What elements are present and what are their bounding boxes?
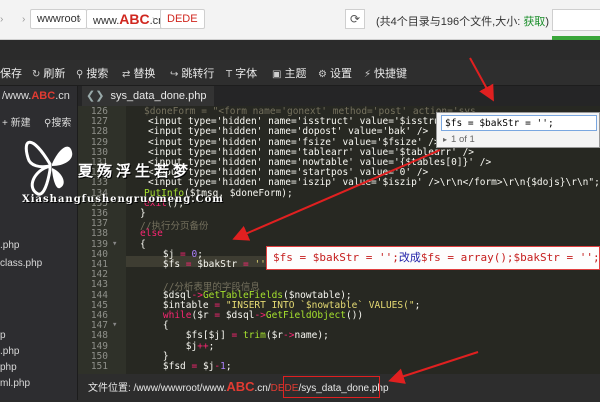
save-button[interactable]: 保存 [0,65,22,81]
brand-text: ABC [119,11,150,27]
file-item[interactable]: php [0,362,17,373]
watermark-logo: 夏殇浮生若梦 Xiashangfushengruomeng.Com [22,130,252,230]
reload-button[interactable]: ⟳ [345,9,365,29]
shortcuts-label: 快捷键 [374,68,408,80]
annotation-old-code: $fs = $bakStr = ''; [273,251,399,264]
tab-sys-data-done[interactable]: ❮❯ sys_data_done.php [82,86,215,106]
file-item[interactable]: class.php [0,258,42,269]
chevron-right-icon: › [22,14,26,25]
brand-text: ABC [226,379,255,394]
chevron-right-icon[interactable]: ▸ [443,135,447,144]
breadcrumb-label: wwwroot [37,13,80,25]
lightning-icon: ⚡ [364,69,372,80]
file-item[interactable]: .php [0,240,19,251]
brand-text: ABC [31,90,56,102]
tab-bar: ❮❯ sys_data_done.php [78,86,600,106]
code-line: $fsd = $j-1; [140,361,232,372]
directory-info-end: ) [545,16,549,28]
font-icon: T [226,69,233,80]
chevron-right-icon: › [78,14,82,25]
logo-text-cn: 夏殇浮生若梦 [78,162,193,180]
filename-highlight-box [283,376,380,398]
theme-icon: ▣ [272,69,282,80]
goto-line-button[interactable]: ↪ 跳转行 [170,65,214,81]
directory-info-text: (共4个目录与196个文件,大小: [376,16,524,28]
find-count-text: 1 of 1 [451,134,475,145]
search-input[interactable] [552,9,600,31]
chevron-right-icon: › [0,14,4,25]
sidebar-search-button[interactable]: ⚲搜索 [44,114,71,129]
file-item[interactable]: ml.php [0,378,30,389]
annotation-change-word: 改成 [398,251,421,264]
sidebar-path-text: .cn [55,90,70,102]
file-path-text: /www/wwwroot/www. [130,383,227,394]
refresh-icon: ⟳ [349,12,361,26]
sidebar-path: /www.ABC.cn [0,90,78,110]
goto-line-label: 跳转行 [181,68,215,80]
address-bar: › › wwwroot › www.ABC.cn › DEDE ⟳ (共4个目录… [0,0,600,40]
file-path-text: .cn/ [254,383,271,394]
replace-button[interactable]: ⇄ 替换 [122,65,155,81]
chevron-right-icon: › [152,14,156,25]
butterfly-icon [24,140,73,196]
refresh-icon: ↻ [32,69,41,80]
sidebar-tools: + 新建 ⚲搜索 [0,110,78,132]
tab-label: sys_data_done.php [110,90,207,102]
refresh-button[interactable]: ↻ 刷新 [32,65,65,81]
directory-info: (共4个目录与196个文件,大小: 获取) [376,13,549,29]
new-file-button[interactable]: + 新建 [2,114,31,129]
line-number: 151 [90,361,108,372]
theme-label: 主题 [284,68,307,80]
theme-button[interactable]: ▣ 主题 [272,65,306,81]
sidebar-path-text: /www. [2,90,32,102]
search-icon: ⚲ [76,69,84,80]
logo-text-en: Xiashangfushengruomeng.Com [22,194,224,205]
code-line: while($r = $dsql->GetFieldObject()) [140,310,364,321]
editor-toolbar: 保存 ↻ 刷新 ⚲ 搜索 ⇄ 替换 ↪ 跳转行 T 字体 ▣ 主题 ⚙ 设置 ⚡ 快捷键 [0,60,600,86]
goto-line-icon: ↪ [170,69,179,80]
find-input[interactable] [441,115,597,131]
settings-button[interactable]: ⚙ 设置 [318,65,352,81]
search-label: 搜索 [51,118,72,129]
file-item[interactable]: .php [0,346,19,357]
code-line: $fs = $bakStr = ''; [140,259,272,270]
breadcrumb-label: DEDE [167,13,198,25]
shortcuts-button[interactable]: ⚡ 快捷键 [364,65,407,81]
annotation-new-code: $fs = array();$bakStr = ''; [420,251,600,264]
replace-icon: ⇄ [122,69,131,80]
fold-toggle-icon[interactable]: ▾ [112,239,117,249]
new-label: 新建 [10,118,31,129]
get-size-link[interactable]: 获取 [523,16,545,28]
find-result-count: ▸ 1 of 1 [443,134,475,145]
file-icon: ❮❯ [86,90,105,102]
breadcrumb-label: www. [93,15,120,27]
font-label: 字体 [235,68,258,80]
replace-label: 替换 [133,68,156,80]
search-label: 搜索 [86,68,109,80]
annotation-box: $fs = $bakStr = '';改成$fs = array();$bakS… [266,246,600,270]
plus-icon: + [2,118,11,129]
save-label: 保存 [0,68,22,80]
refresh-label: 刷新 [43,68,66,80]
file-item[interactable]: p [0,330,6,341]
search-button[interactable]: ⚲ 搜索 [76,65,108,81]
toolbar-spacer [0,40,600,60]
font-button[interactable]: T 字体 [226,65,257,81]
settings-label: 设置 [329,68,352,80]
gear-icon: ⚙ [318,69,327,80]
fold-toggle-icon[interactable]: ▾ [112,320,117,330]
breadcrumb-dede[interactable]: DEDE [160,9,205,29]
breadcrumb-site[interactable]: www.ABC.cn [86,9,172,29]
file-location-label: 文件位置: [88,383,131,394]
find-popup: ▸ 1 of 1 [436,112,600,148]
